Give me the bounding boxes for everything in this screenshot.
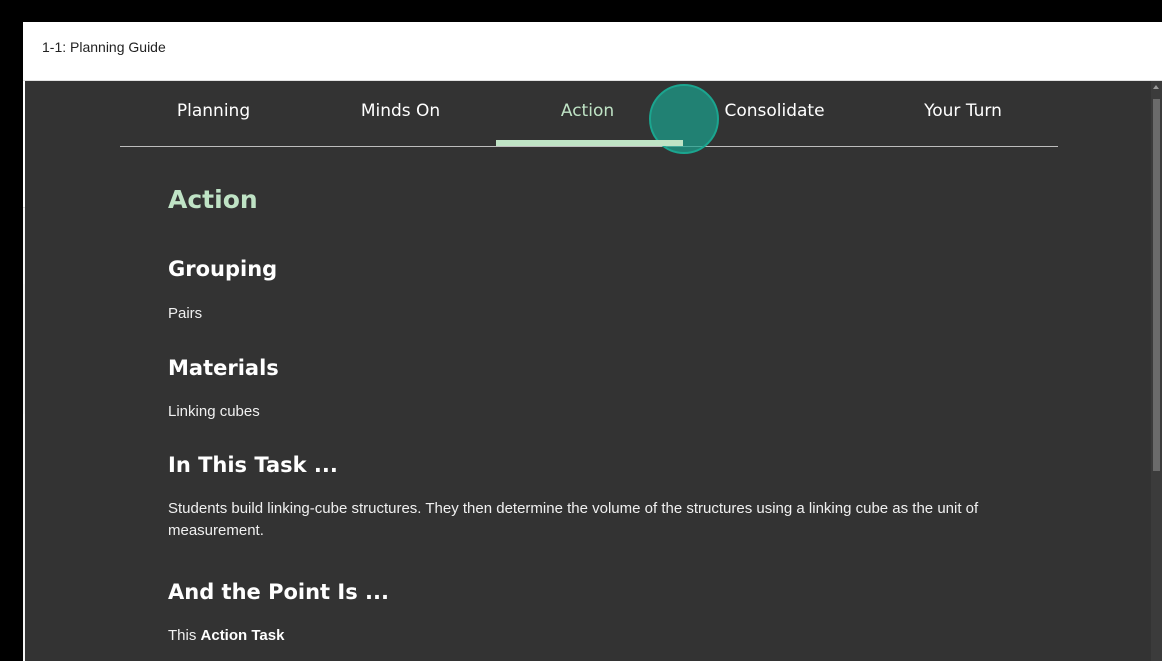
grouping-heading: Grouping — [168, 257, 278, 281]
point-text-prefix: This — [168, 627, 197, 644]
tab-consolidate[interactable]: Consolidate — [681, 101, 868, 125]
scrollbar-thumb[interactable] — [1153, 99, 1160, 471]
planning-guide-panel: Planning Minds On Action Consolidate You… — [25, 81, 1151, 661]
section-heading: Action — [168, 185, 258, 214]
section-tabs: Planning Minds On Action Consolidate You… — [120, 81, 1058, 154]
scroll-up-arrow-icon[interactable] — [1153, 85, 1159, 89]
screen-frame: 1-1: Planning Guide Planning Minds On Ac… — [0, 0, 1162, 661]
tab-action[interactable]: Action — [494, 101, 681, 125]
grouping-text: Pairs — [168, 305, 203, 322]
tab-minds-on[interactable]: Minds On — [307, 101, 494, 125]
active-tab-underline — [496, 140, 683, 146]
vertical-scrollbar[interactable] — [1151, 81, 1162, 661]
tab-your-turn[interactable]: Your Turn — [868, 101, 1058, 125]
point-text: This Action Task — [168, 625, 1048, 647]
app-window: 1-1: Planning Guide Planning Minds On Ac… — [23, 22, 1162, 661]
materials-heading: Materials — [168, 356, 279, 380]
tab-planning[interactable]: Planning — [120, 101, 307, 125]
window-title: 1-1: Planning Guide — [42, 39, 166, 55]
task-text: Students build linking-cube structures. … — [168, 500, 979, 539]
task-heading: In This Task ... — [168, 453, 338, 477]
point-heading: And the Point Is ... — [168, 580, 389, 604]
point-text-bold: Action Task — [200, 627, 285, 644]
materials-text: Linking cubes — [168, 403, 260, 420]
window-titlebar: 1-1: Planning Guide — [23, 22, 1162, 81]
